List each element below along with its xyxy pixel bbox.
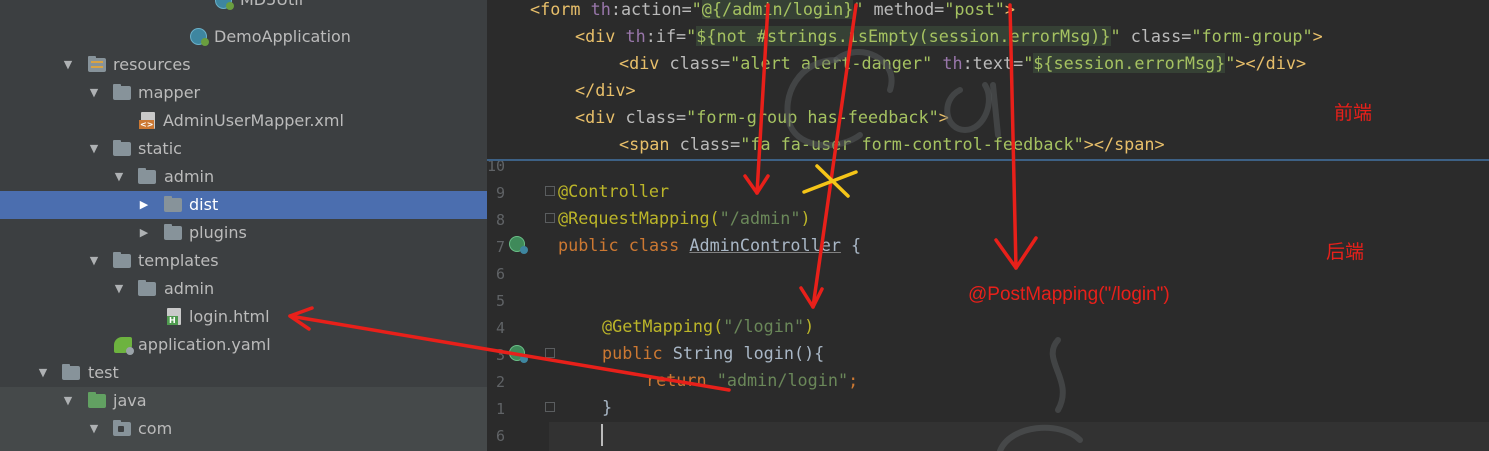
line-number: 4 (495, 319, 505, 337)
chevron-down-icon[interactable]: ▼ (37, 359, 49, 387)
chevron-down-icon[interactable]: ▼ (88, 415, 100, 443)
code-line-class-decl: public class AdminController { (558, 235, 862, 255)
tree-item-application-yaml[interactable]: application.yaml (0, 331, 487, 359)
line-number: 3 (495, 346, 505, 364)
java-editor-pane[interactable]: 10 9 8 7 6 5 4 3 2 1 6 @Controller @Requ… (487, 161, 1489, 451)
code-line-div-alert: <div class="alert alert-danger" th:text=… (619, 53, 1307, 73)
tree-item-java[interactable]: ▼ java (0, 387, 487, 415)
chevron-down-icon[interactable]: ▼ (113, 163, 125, 191)
spring-config-icon (114, 337, 134, 355)
fold-marker-icon[interactable] (545, 348, 555, 358)
frontend-label: 前端 (1334, 102, 1373, 124)
spring-boot-class-icon (190, 28, 209, 46)
fold-marker-icon[interactable] (545, 402, 555, 412)
fold-marker-icon[interactable] (545, 213, 555, 223)
resources-folder-icon (88, 56, 106, 72)
xml-file-icon (139, 112, 155, 129)
fold-marker-icon[interactable] (545, 186, 555, 196)
tree-item-test[interactable]: ▼ test (0, 359, 487, 387)
spring-bean-gutter-icon[interactable] (509, 236, 528, 254)
code-line-return: return "admin/login"; (646, 370, 859, 390)
folder-icon (164, 196, 182, 212)
line-number: 7 (495, 238, 505, 256)
code-line-div-close: </div> (575, 80, 636, 100)
chevron-down-icon[interactable]: ▼ (62, 51, 74, 79)
folder-icon (113, 84, 131, 100)
tree-item-resources[interactable]: ▼ resources (0, 51, 487, 79)
chevron-right-icon[interactable]: ▶ (138, 191, 150, 219)
line-number: 6 (495, 427, 505, 445)
tree-item-demoapplication[interactable]: DemoApplication (0, 23, 487, 51)
tree-item-com[interactable]: ▼ com (0, 415, 487, 443)
folder-icon (138, 168, 156, 184)
line-number: 9 (495, 184, 505, 202)
code-line-controller: @Controller (558, 181, 670, 201)
code-line-form: <form th:action="@{/admin/login}" method… (530, 0, 1016, 19)
chevron-right-icon[interactable]: ▶ (138, 219, 150, 247)
tree-item-templates[interactable]: ▼ templates (0, 247, 487, 275)
spring-mapping-gutter-icon[interactable] (509, 345, 528, 363)
code-line-div-if: <div th:if="${not #strings.isEmpty(sessi… (575, 26, 1323, 46)
line-number: 2 (495, 373, 505, 391)
chevron-down-icon[interactable]: ▼ (88, 79, 100, 107)
tree-item-mapper[interactable]: ▼ mapper (0, 79, 487, 107)
code-line-div-feedback: <div class="form-group has-feedback"> (575, 107, 949, 127)
folder-icon (113, 252, 131, 268)
postmapping-annotation: @PostMapping("/login") (968, 284, 1170, 305)
test-sources-folder-icon (88, 392, 106, 408)
tree-item-static[interactable]: ▼ static (0, 135, 487, 163)
text-cursor (601, 424, 603, 446)
tree-item-login-html[interactable]: login.html (0, 303, 487, 331)
tree-item-adminusermapper-xml[interactable]: AdminUserMapper.xml (0, 107, 487, 135)
line-number: 6 (495, 265, 505, 283)
tree-item-static-admin[interactable]: ▼ admin (0, 163, 487, 191)
line-number: 1 (495, 400, 505, 418)
folder-icon (113, 140, 131, 156)
html-file-icon (167, 308, 181, 325)
line-number: 5 (495, 292, 505, 310)
folder-icon (138, 280, 156, 296)
code-line-method-decl: public String login(){ (602, 343, 825, 363)
code-line-brace-close: } (602, 397, 613, 417)
code-line-span: <span class="fa fa-user form-control-fee… (619, 134, 1165, 154)
current-line-highlight (549, 422, 1489, 451)
code-line-getmapping: @GetMapping("/login") (602, 316, 815, 336)
line-number: 10 (487, 161, 506, 175)
chevron-down-icon[interactable]: ▼ (88, 247, 100, 275)
chevron-down-icon[interactable]: ▼ (88, 135, 100, 163)
html-editor-pane[interactable]: <form th:action="@{/admin/login}" method… (487, 0, 1489, 159)
backend-label: 后端 (1326, 241, 1365, 263)
line-number: 8 (495, 211, 505, 229)
tree-item-templates-admin[interactable]: ▼ admin (0, 275, 487, 303)
folder-icon (164, 224, 182, 240)
chevron-down-icon[interactable]: ▼ (113, 275, 125, 303)
chevron-down-icon[interactable]: ▼ (62, 387, 74, 415)
tree-item-md5util[interactable]: MD5Util (0, 0, 487, 10)
package-icon (113, 420, 131, 436)
tree-item-plugins[interactable]: ▶ plugins (0, 219, 487, 247)
tree-item-dist[interactable]: ▶ dist (0, 191, 487, 219)
project-tree-panel: MD5Util DemoApplication ▼ resources ▼ ma… (0, 0, 487, 451)
code-line-requestmapping: @RequestMapping("/admin") (558, 208, 811, 228)
java-class-icon (215, 0, 234, 10)
folder-icon (62, 364, 80, 380)
